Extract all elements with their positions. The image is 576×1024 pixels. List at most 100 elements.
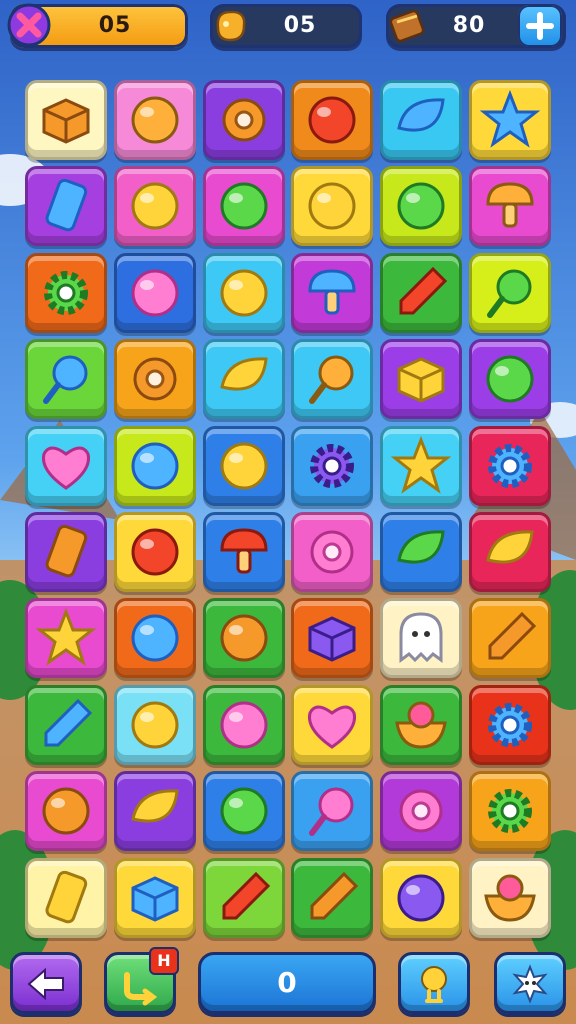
pink-gumball-icon <box>220 701 268 749</box>
board-tile[interactable] <box>203 426 285 506</box>
blue-droplet-icon <box>397 98 445 132</box>
board-tile[interactable] <box>380 771 462 851</box>
board-tile[interactable] <box>469 512 551 592</box>
board-tile[interactable] <box>114 253 196 333</box>
blue-cube-icon <box>131 876 179 922</box>
score-value: 0 <box>277 966 297 999</box>
board-tile[interactable] <box>114 512 196 592</box>
board-tile[interactable] <box>114 858 196 938</box>
board-tile[interactable] <box>291 339 373 419</box>
board-tile[interactable] <box>114 598 196 678</box>
board-tile[interactable] <box>291 858 373 938</box>
board-tile[interactable] <box>469 426 551 506</box>
board-tile[interactable] <box>469 80 551 160</box>
board-tile[interactable] <box>469 339 551 419</box>
board-tile[interactable] <box>380 598 462 678</box>
board-tile[interactable] <box>380 253 462 333</box>
mushroom-stool-icon <box>486 182 534 228</box>
board-tile[interactable] <box>203 80 285 160</box>
board-tile[interactable] <box>114 166 196 246</box>
board-tile[interactable] <box>469 253 551 333</box>
board-tile[interactable] <box>25 512 107 592</box>
hint-button[interactable] <box>398 952 470 1014</box>
board-tile[interactable] <box>25 339 107 419</box>
settings-button[interactable] <box>494 952 566 1014</box>
board-tile[interactable] <box>203 858 285 938</box>
candy-bag-icon <box>216 10 246 42</box>
board-tile[interactable] <box>203 771 285 851</box>
blue-cog-cluster-icon <box>488 444 532 488</box>
yellow-fruit-icon <box>220 442 268 490</box>
board-tile[interactable] <box>380 858 462 938</box>
board-tile[interactable] <box>203 339 285 419</box>
green-chip-icon <box>220 182 268 230</box>
red-flower-icon <box>131 528 179 576</box>
board-tile[interactable] <box>25 166 107 246</box>
board-tile[interactable] <box>25 685 107 765</box>
board-tile[interactable] <box>291 166 373 246</box>
red-ball-icon <box>308 96 356 144</box>
board-tile[interactable] <box>291 598 373 678</box>
green-apple-icon <box>397 182 445 230</box>
bulb-icon <box>421 966 447 1003</box>
board-tile[interactable] <box>291 80 373 160</box>
board-tile[interactable] <box>291 426 373 506</box>
pink-onion-icon <box>131 269 179 317</box>
add-coins-button[interactable] <box>518 5 562 47</box>
yellow-cat-icon <box>220 269 268 317</box>
board-tile[interactable] <box>114 685 196 765</box>
berry-bowl-icon <box>484 874 536 922</box>
green-berry-icon <box>220 787 268 835</box>
board-tile[interactable] <box>203 512 285 592</box>
blue-orb-icon <box>131 442 179 490</box>
board-tile[interactable] <box>380 80 462 160</box>
board-tile[interactable] <box>25 426 107 506</box>
orange-cube-icon <box>42 98 90 144</box>
board-tile[interactable] <box>380 685 462 765</box>
board-tile[interactable] <box>203 598 285 678</box>
board-tile[interactable] <box>114 771 196 851</box>
green-lollipop-icon <box>487 269 532 318</box>
board-tile[interactable] <box>291 771 373 851</box>
board-tile[interactable] <box>25 858 107 938</box>
waffle-cone-icon <box>310 871 359 920</box>
lives-counter: 05 <box>7 3 188 48</box>
board-tile[interactable] <box>469 858 551 938</box>
board-tile[interactable] <box>114 339 196 419</box>
board-tile[interactable] <box>25 771 107 851</box>
top-hud: 05 05 80 <box>0 0 576 56</box>
board-tile[interactable] <box>380 339 462 419</box>
acorn-icon <box>42 787 90 835</box>
board-tile[interactable] <box>380 426 462 506</box>
board-tile[interactable] <box>469 771 551 851</box>
board-tile[interactable] <box>380 166 462 246</box>
board-tile[interactable] <box>203 166 285 246</box>
shuffle-badge: H <box>149 947 179 975</box>
board-tile[interactable] <box>203 685 285 765</box>
purple-bar-icon <box>308 616 356 662</box>
board-tile[interactable] <box>291 253 373 333</box>
board-tile[interactable] <box>25 253 107 333</box>
close-x-icon[interactable] <box>6 2 52 48</box>
board-tile[interactable] <box>114 426 196 506</box>
board-tile[interactable] <box>380 512 462 592</box>
board-tile[interactable] <box>291 512 373 592</box>
board-tile[interactable] <box>469 598 551 678</box>
back-button[interactable] <box>10 952 82 1014</box>
red-mushroom-icon <box>220 528 268 574</box>
green-gear-2-icon <box>488 789 532 833</box>
board-tile[interactable] <box>25 598 107 678</box>
pink-magnifier-icon <box>309 787 354 836</box>
plus-icon <box>526 12 554 40</box>
board-tile[interactable] <box>203 253 285 333</box>
board-tile[interactable] <box>114 80 196 160</box>
orange-spiral-icon <box>222 98 266 142</box>
sparkle-creature-icon <box>512 964 548 1004</box>
board-tile[interactable] <box>469 166 551 246</box>
lives-value: 05 <box>98 13 132 38</box>
board-tile[interactable] <box>469 685 551 765</box>
board-tile[interactable] <box>291 685 373 765</box>
blue-wand-icon <box>44 698 93 747</box>
board-tile[interactable] <box>25 80 107 160</box>
shuffle-button[interactable]: H <box>104 947 179 1014</box>
